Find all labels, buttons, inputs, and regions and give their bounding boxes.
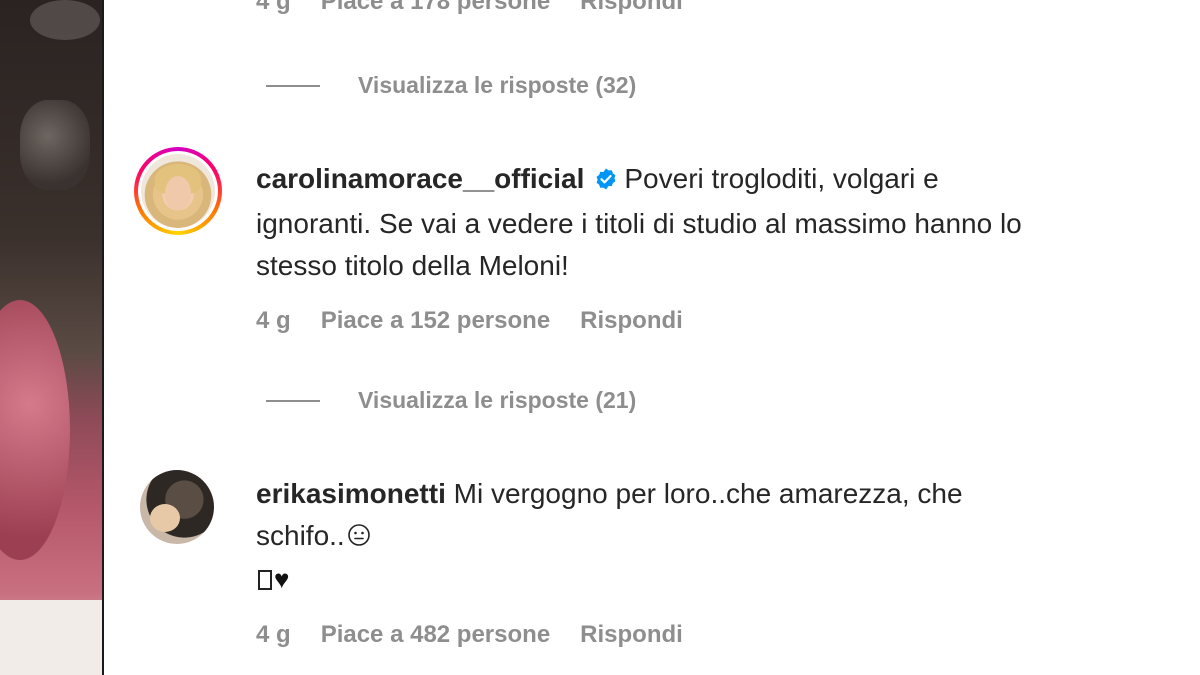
avatar-story-ring[interactable] [134, 147, 222, 235]
comment-text-line: ignoranti. Se vai a vedere i titoli di s… [256, 208, 1022, 239]
comment-time: 4 g [256, 0, 291, 15]
replies-divider-line [266, 84, 320, 87]
comment-username[interactable]: carolinamorace__official [256, 163, 584, 194]
view-replies-link[interactable]: Visualizza le risposte (32) [266, 72, 636, 99]
comment-text-line: Poveri trogloditi, volgari e [624, 163, 939, 194]
instagram-comments-screenshot: 4 g Piace a 178 persone Rispondi Visuali… [0, 0, 1200, 675]
comment-meta: 4 g Piace a 152 persone Rispondi [256, 307, 683, 335]
comment-time: 4 g [256, 621, 291, 648]
view-replies-label: Visualizza le risposte (32) [358, 72, 637, 98]
comment-body: erikasimonetti Mi vergogno per loro..che… [256, 473, 1176, 559]
comment-thread: 4 g Piace a 178 persone Rispondi Visuali… [102, 0, 1200, 675]
view-replies-label: Visualizza le risposte (21) [358, 387, 637, 413]
likes-count[interactable]: Piace a 178 persone [321, 0, 550, 16]
verified-badge-icon [594, 161, 618, 203]
view-replies-link[interactable]: Visualizza le risposte (21) [266, 387, 636, 414]
neutral-face-icon [347, 517, 371, 559]
emoji-row: ♥ [258, 564, 289, 595]
comment-text-line: stesso titolo della Meloni! [256, 250, 569, 281]
replies-divider-line [266, 399, 320, 402]
post-photo-crop [0, 0, 104, 675]
reply-button[interactable]: Rispondi [580, 621, 683, 649]
black-heart-icon: ♥ [274, 564, 290, 594]
comment-text-line: schifo.. [256, 520, 345, 551]
reply-button[interactable]: Rispondi [580, 307, 683, 335]
avatar[interactable] [140, 470, 214, 544]
previous-comment-meta: 4 g Piace a 178 persone Rispondi [256, 0, 683, 16]
reply-button[interactable]: Rispondi [580, 0, 683, 16]
comment-meta: 4 g Piace a 482 persone Rispondi [256, 621, 683, 649]
likes-count[interactable]: Piace a 482 persone [321, 621, 550, 649]
missing-glyph-icon [258, 569, 272, 590]
comment-text-line: Mi vergogno per loro..che amarezza, che [453, 478, 963, 509]
comment-username[interactable]: erikasimonetti [256, 478, 446, 509]
comment-time: 4 g [256, 307, 291, 334]
likes-count[interactable]: Piace a 152 persone [321, 307, 550, 335]
avatar[interactable] [141, 154, 215, 228]
comment-body: carolinamorace__official Poveri troglodit… [256, 158, 1176, 287]
